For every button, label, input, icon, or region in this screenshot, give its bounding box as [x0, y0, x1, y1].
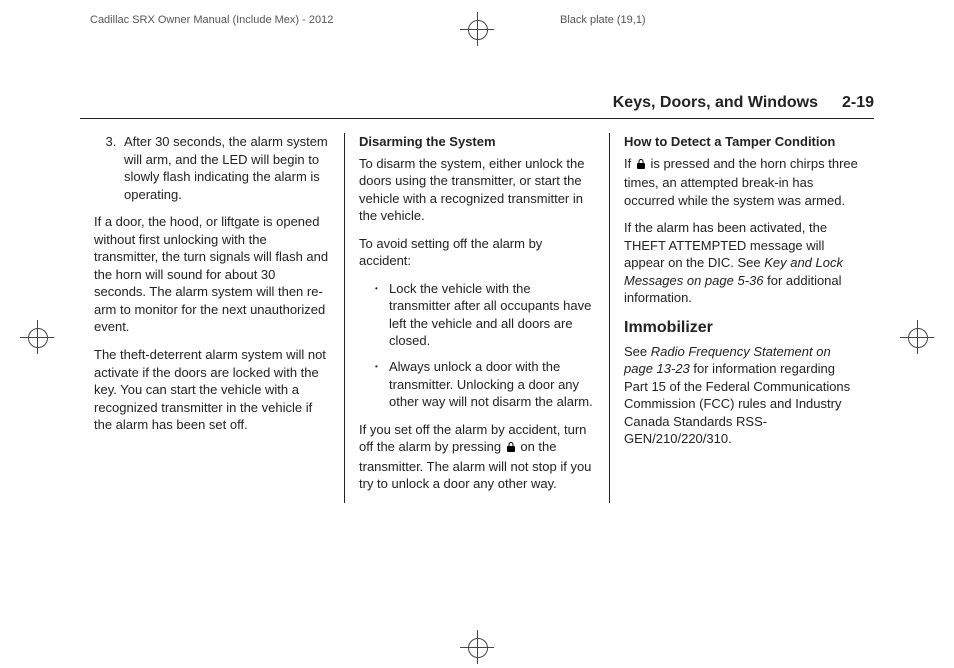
- page-number: 2-19: [842, 94, 874, 112]
- paragraph: If you set off the alarm by accident, tu…: [359, 421, 595, 493]
- list-item: After 30 seconds, the alarm system will …: [120, 133, 330, 203]
- print-plate-label: Black plate (19,1): [560, 14, 646, 26]
- paragraph: If the alarm has been activated, the THE…: [624, 219, 860, 307]
- numbered-list: After 30 seconds, the alarm system will …: [94, 133, 330, 203]
- column-1: After 30 seconds, the alarm system will …: [80, 133, 344, 503]
- column-2: Disarming the System To disarm the syste…: [344, 133, 609, 503]
- content-columns: After 30 seconds, the alarm system will …: [80, 133, 874, 503]
- column-3: How to Detect a Tamper Condition If is p…: [609, 133, 874, 503]
- registration-mark-left: [20, 320, 54, 354]
- heading-immobilizer: Immobilizer: [624, 317, 860, 339]
- running-head: Keys, Doors, and Windows 2-19: [80, 94, 874, 119]
- lock-icon: [505, 440, 517, 458]
- registration-mark-top: [460, 12, 494, 46]
- registration-mark-bottom: [460, 630, 494, 664]
- paragraph: See Radio Frequency Statement on page 13…: [624, 343, 860, 448]
- print-header: Cadillac SRX Owner Manual (Include Mex) …: [0, 0, 954, 54]
- paragraph: To disarm the system, either unlock the …: [359, 155, 595, 225]
- paragraph: The theft-deterrent alarm system will no…: [94, 346, 330, 434]
- text-run: If: [624, 156, 635, 171]
- heading-disarming: Disarming the System: [359, 133, 595, 151]
- paragraph: To avoid setting off the alarm by accide…: [359, 235, 595, 270]
- bullet-list: Lock the vehicle with the transmitter af…: [359, 280, 595, 411]
- section-title: Keys, Doors, and Windows: [613, 94, 818, 112]
- print-manual-title: Cadillac SRX Owner Manual (Include Mex) …: [90, 14, 333, 26]
- list-item: Always unlock a door with the transmitte…: [375, 358, 595, 411]
- heading-tamper: How to Detect a Tamper Condition: [624, 133, 860, 151]
- page-body: Keys, Doors, and Windows 2-19 After 30 s…: [0, 54, 954, 513]
- paragraph: If is pressed and the horn chirps three …: [624, 155, 860, 210]
- text-run: See: [624, 344, 651, 359]
- registration-mark-right: [900, 320, 934, 354]
- list-item: Lock the vehicle with the transmitter af…: [375, 280, 595, 350]
- lock-icon: [635, 157, 647, 175]
- paragraph: If a door, the hood, or liftgate is open…: [94, 213, 330, 336]
- text-run: is pressed and the horn chirps three tim…: [624, 156, 858, 208]
